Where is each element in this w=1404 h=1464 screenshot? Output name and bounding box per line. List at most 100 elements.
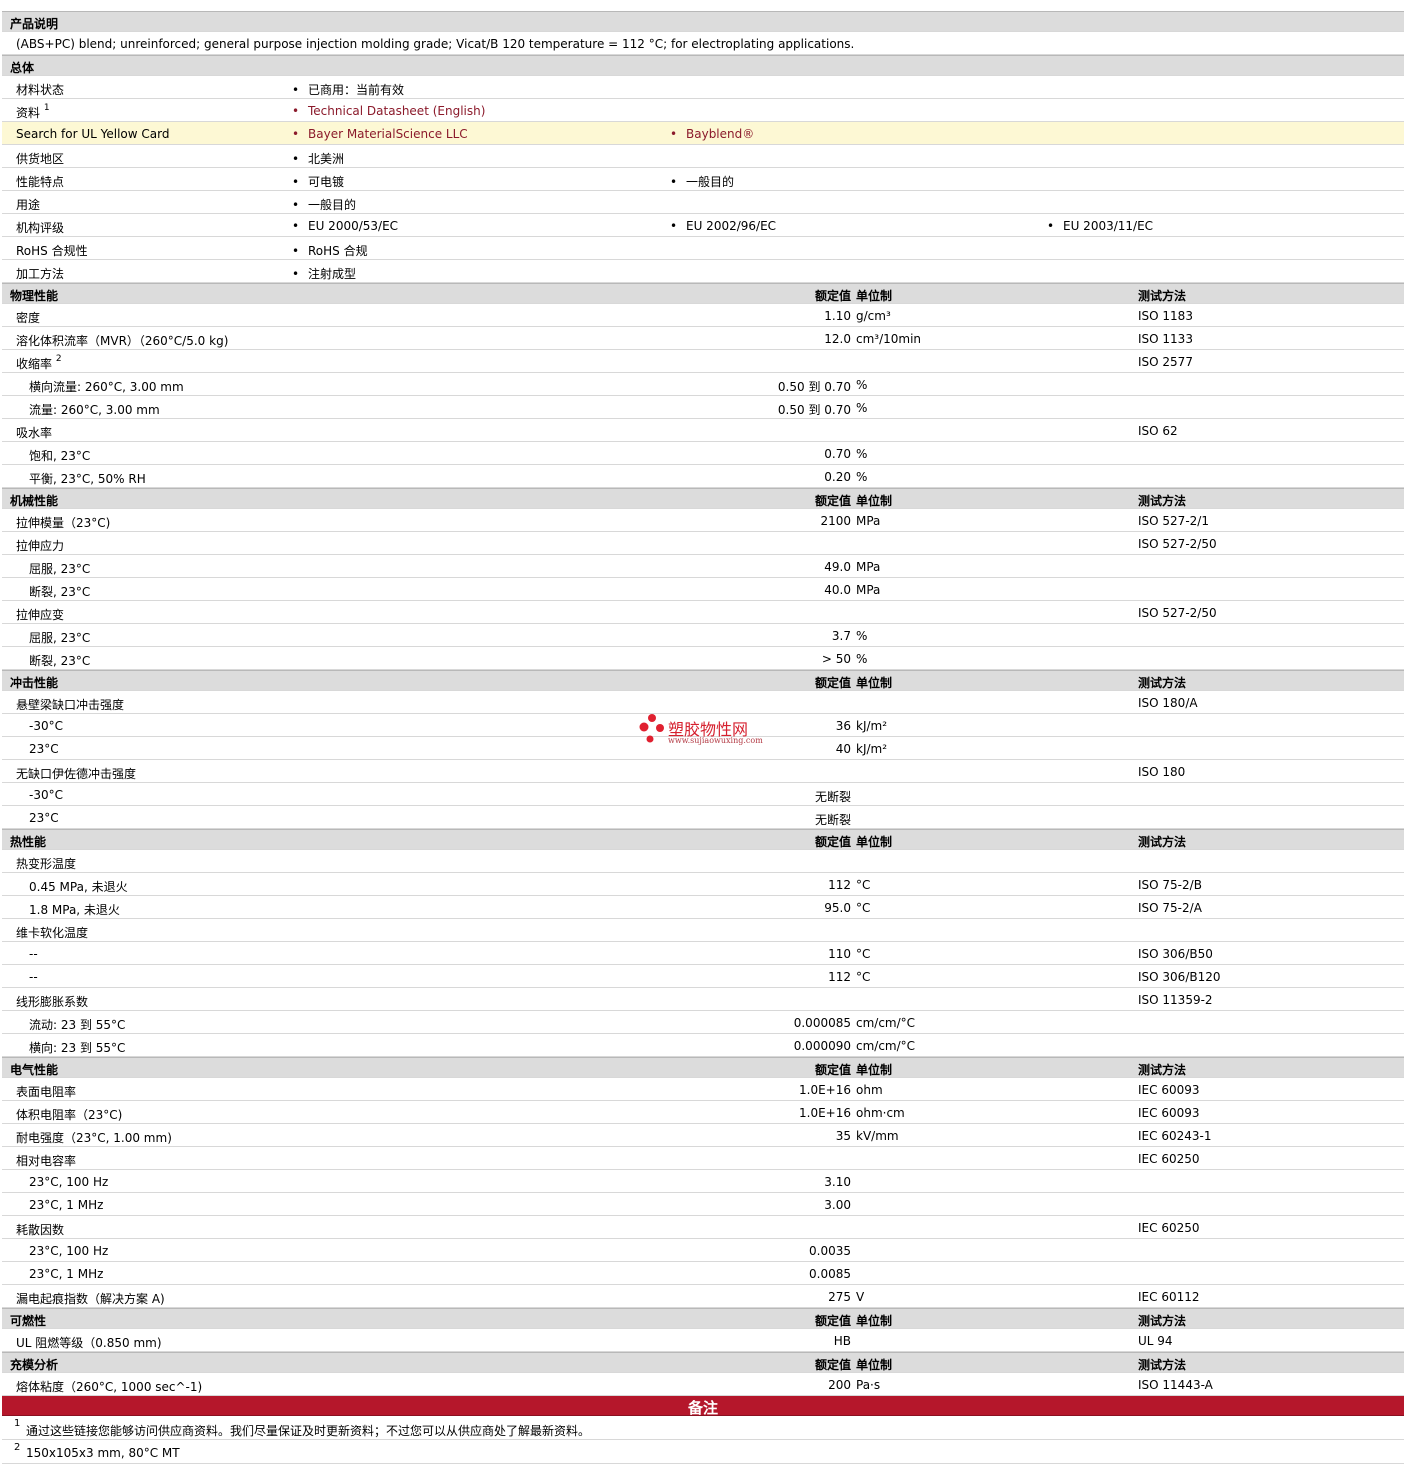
- property-label-text: 屈服, 23°C: [29, 562, 91, 576]
- property-label: 拉伸应力: [16, 537, 64, 554]
- test-method: ISO 527-2/50: [1138, 537, 1217, 551]
- property-label-text: 拉伸应力: [16, 539, 65, 553]
- property-label: 饱和, 23°C: [29, 447, 90, 464]
- property-value: 40: [835, 742, 851, 756]
- property-value: 12.0: [824, 332, 851, 346]
- footnote-number: 1: [14, 1418, 21, 1429]
- test-method: ISO 306/B120: [1138, 970, 1221, 984]
- row-value: EU 2003/11/EC: [1047, 219, 1153, 233]
- property-row: 23°C 无断裂: [2, 806, 1404, 829]
- property-unit: %: [856, 401, 868, 415]
- footnote-number: 2: [14, 1442, 21, 1453]
- property-label: 断裂, 23°C: [29, 652, 90, 669]
- property-label: 横向流量: 260°C, 3.00 mm: [29, 378, 184, 395]
- property-unit: ohm·cm: [856, 1106, 905, 1120]
- property-value: 无断裂: [814, 813, 851, 827]
- row-label: 用途: [16, 196, 40, 213]
- test-method: IEC 60250: [1138, 1221, 1200, 1235]
- property-label-text: 耐电强度（23°C, 1.00 mm): [16, 1131, 172, 1145]
- general-rows: 材料状态 已商用：当前有效资料 1 Technical Datasheet (Eng…: [2, 76, 1404, 283]
- property-unit: %: [856, 629, 868, 643]
- footnote-ref[interactable]: 2: [56, 354, 62, 364]
- property-label: 热变形温度: [16, 855, 76, 872]
- section-header: 冲击性能 额定值 单位制 测试方法: [2, 670, 1404, 691]
- row-label-text: 供货地区: [16, 152, 65, 166]
- property-row: 屈服, 23°C 49.0 MPa: [2, 555, 1404, 578]
- row-value: 注射成型: [292, 265, 356, 282]
- property-unit: kV/mm: [856, 1129, 899, 1143]
- property-unit: kJ/m²: [856, 719, 888, 733]
- property-value: 275: [828, 1290, 851, 1304]
- row-value: 可电镀: [292, 173, 344, 190]
- property-label-text: 维卡软化温度: [16, 926, 89, 940]
- section-title: 机械性能: [10, 494, 59, 508]
- row-label-text: 资料: [16, 106, 41, 120]
- row-label: 供货地区: [16, 150, 64, 167]
- property-label-text: 23°C: [29, 811, 59, 825]
- property-label-text: 横向流量: 260°C, 3.00 mm: [29, 380, 184, 394]
- property-row: 耐电强度（23°C, 1.00 mm) 35 kV/mm IEC 60243-1: [2, 1124, 1404, 1147]
- test-method: ISO 306/B50: [1138, 947, 1213, 961]
- general-row: 加工方法 注射成型: [2, 260, 1404, 283]
- footnote-row: 2 150x105x3 mm, 80°C MT: [2, 1440, 1404, 1464]
- col-header-value: 额定值: [814, 289, 851, 303]
- property-label-text: 1.8 MPa, 未退火: [29, 903, 120, 917]
- property-value: 1.10: [824, 309, 851, 323]
- row-label: Search for UL Yellow Card: [16, 127, 169, 141]
- property-label: 耗散因数: [16, 1221, 64, 1238]
- col-header-unit: 单位制: [856, 289, 893, 303]
- property-row: 0.45 MPa, 未退火 112 °C ISO 75-2/B: [2, 873, 1404, 896]
- property-value: 0.20: [824, 470, 851, 484]
- watermark-dots-icon: [639, 714, 664, 743]
- property-value: 1.0E+16: [799, 1106, 851, 1120]
- property-label-text: 收缩率: [16, 357, 53, 371]
- property-value: 无断裂: [814, 790, 851, 804]
- property-label: 拉伸应变: [16, 606, 64, 623]
- property-row: 溶化体积流率（MVR）（260°C/5.0 kg) 12.0 cm³/10min IS…: [2, 327, 1404, 350]
- general-row: Search for UL Yellow Card Bayer MaterialS…: [2, 122, 1404, 145]
- general-row: 供货地区 北美洲: [2, 145, 1404, 168]
- row-value: EU 2002/96/EC: [670, 219, 776, 233]
- property-value: 112: [828, 970, 851, 984]
- property-value: 49.0: [824, 560, 851, 574]
- row-label: 机构评级: [16, 219, 64, 236]
- property-row: 漏电起痕指数（解决方案 A) 275 V IEC 60112: [2, 1285, 1404, 1308]
- test-method: IEC 60093: [1138, 1083, 1200, 1097]
- property-unit: V: [856, 1290, 865, 1304]
- property-label-text: 23°C, 1 MHz: [29, 1198, 104, 1212]
- test-method: IEC 60250: [1138, 1152, 1200, 1166]
- property-label: 溶化体积流率（MVR）（260°C/5.0 kg): [16, 332, 228, 349]
- property-label-text: 屈服, 23°C: [29, 631, 91, 645]
- test-method: ISO 180: [1138, 765, 1186, 779]
- row-value: EU 2000/53/EC: [292, 219, 398, 233]
- property-unit: Pa·s: [856, 1378, 881, 1392]
- property-row: -- 112 °C ISO 306/B120: [2, 965, 1404, 988]
- test-method: ISO 2577: [1138, 355, 1193, 369]
- property-row: 热变形温度: [2, 850, 1404, 873]
- property-label-text: UL 阻燃等级（0.850 mm): [16, 1336, 162, 1350]
- property-label: 平衡, 23°C, 50% RH: [29, 470, 146, 487]
- property-label: -30°C: [29, 788, 63, 802]
- section-title: 电气性能: [10, 1063, 59, 1077]
- row-link[interactable]: Technical Datasheet (English): [292, 104, 485, 118]
- property-row: 23°C, 1 MHz 0.0085: [2, 1262, 1404, 1285]
- property-value: 0.000090: [793, 1039, 851, 1053]
- row-link[interactable]: Bayblend®: [670, 127, 754, 141]
- footnote-ref[interactable]: 1: [44, 103, 50, 113]
- property-row: 屈服, 23°C 3.7%: [2, 624, 1404, 647]
- row-value: 一般目的: [292, 196, 356, 213]
- footnote-text: 通过这些链接您能够访问供应商资料。我们尽量保证及时更新资料；不过您可以从供应商处…: [26, 1424, 591, 1438]
- property-label-text: 溶化体积流率（MVR）（260°C/5.0 kg): [16, 334, 229, 348]
- section-title: 总体: [10, 61, 35, 75]
- property-row: 1.8 MPa, 未退火 95.0 °C ISO 75-2/A: [2, 896, 1404, 919]
- property-label: 23°C: [29, 742, 59, 756]
- property-row: 23°C, 1 MHz 3.00: [2, 1193, 1404, 1216]
- property-label: 断裂, 23°C: [29, 583, 90, 600]
- property-value: 110: [828, 947, 851, 961]
- row-link[interactable]: Bayer MaterialScience LLC: [292, 127, 468, 141]
- property-unit: °C: [856, 947, 871, 961]
- property-value: HB: [833, 1334, 851, 1348]
- property-label-text: 流量: 260°C, 3.00 mm: [29, 403, 160, 417]
- col-header-method: 测试方法: [1138, 1063, 1187, 1077]
- property-value: 3.10: [824, 1175, 851, 1189]
